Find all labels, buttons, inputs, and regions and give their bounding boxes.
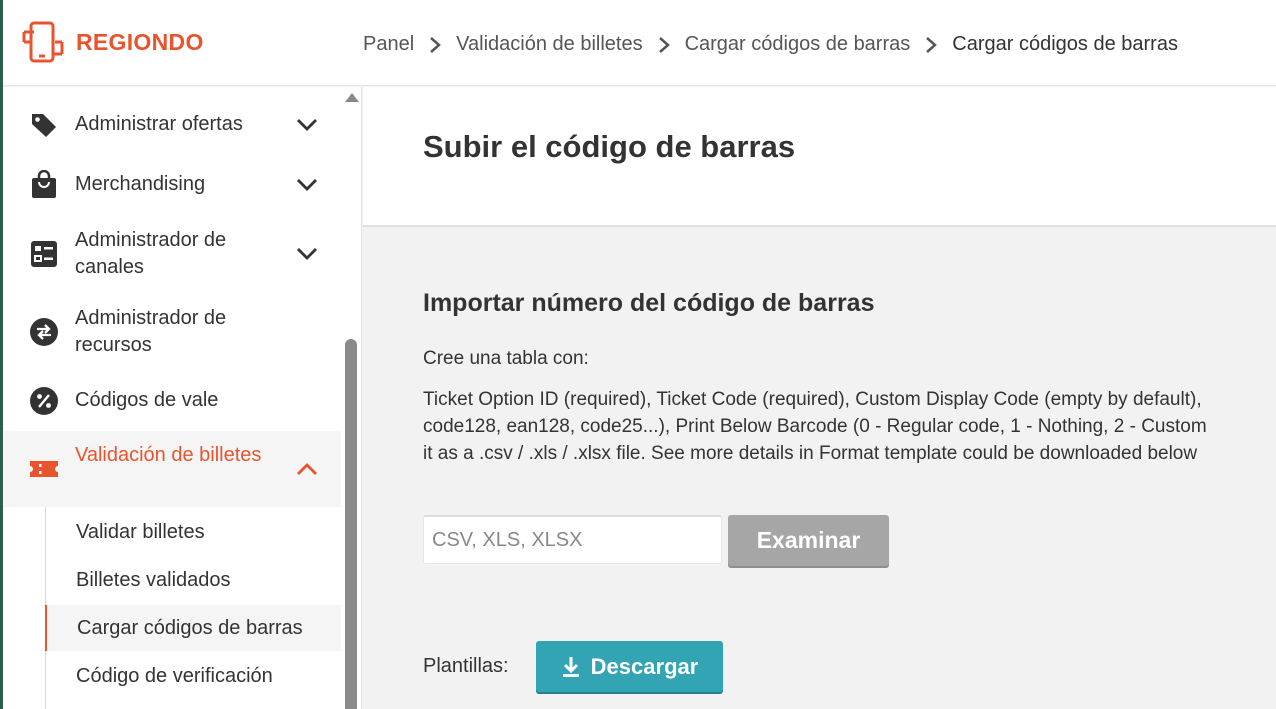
breadcrumb-current: Cargar códigos de barras xyxy=(952,33,1178,55)
brand-logo[interactable]: REGIONDO xyxy=(20,18,204,66)
submenu-item-upload-barcodes[interactable]: Cargar códigos de barras xyxy=(45,605,341,651)
instructions-line: Ticket Option ID (required), Ticket Code… xyxy=(423,389,1202,410)
submenu-item-verification-code[interactable]: Código de verificación xyxy=(46,653,342,699)
sidebar: Administrar ofertas Merchandising Admini… xyxy=(3,87,362,709)
instructions-text: Ticket Option ID (required), Ticket Code… xyxy=(423,386,1276,467)
swap-arrows-icon xyxy=(29,317,59,347)
shopping-bag-icon xyxy=(29,170,59,200)
ticket-validation-submenu: Validar billetes Billetes validados Carg… xyxy=(45,507,341,709)
sidebar-item-ticket-validation[interactable]: Validación de billetes xyxy=(3,431,341,507)
page-title-panel: Subir el código de barras xyxy=(363,87,1276,227)
chevron-down-icon xyxy=(295,242,319,266)
page-title: Subir el código de barras xyxy=(423,129,796,164)
sidebar-item-voucher-codes[interactable]: Códigos de vale xyxy=(3,373,341,429)
download-template-button[interactable]: Descargar xyxy=(536,641,723,692)
brand-name: REGIONDO xyxy=(76,28,204,55)
channel-list-icon xyxy=(29,239,59,269)
sidebar-item-manage-offers[interactable]: Administrar ofertas xyxy=(3,97,341,153)
sidebar-item-label: Validación de billetes xyxy=(75,444,262,466)
download-button-label: Descargar xyxy=(590,653,699,679)
window-edge-accent xyxy=(0,0,3,709)
chevron-right-icon xyxy=(924,35,938,55)
top-header: REGIONDO Panel Validación de billetes Ca… xyxy=(0,0,1276,86)
sidebar-item-label: Administrador de canales xyxy=(75,229,227,278)
breadcrumb-upload-barcodes[interactable]: Cargar códigos de barras xyxy=(685,33,911,56)
chevron-up-icon xyxy=(295,457,319,481)
tag-icon xyxy=(29,110,59,140)
sidebar-item-label: Códigos de vale xyxy=(75,389,219,411)
chevron-down-icon xyxy=(295,113,319,137)
submenu-item-validated-tickets[interactable]: Billetes validados xyxy=(46,557,342,603)
submenu-item-label: Código de verificación xyxy=(76,664,273,687)
instructions-line: it as a .csv / .xls / .xlsx file. See mo… xyxy=(423,443,1198,464)
scroll-up-arrow-icon[interactable] xyxy=(345,93,359,102)
percent-icon xyxy=(29,386,59,416)
scrollbar-thumb[interactable] xyxy=(345,339,357,709)
sidebar-item-label: Administrar ofertas xyxy=(75,113,243,135)
instructions-line: code128, ean128, code25...), Print Below… xyxy=(423,416,1207,437)
chevron-right-icon xyxy=(657,35,671,55)
chevron-right-icon xyxy=(428,35,442,55)
instructions-intro: Cree una tabla con: xyxy=(423,348,589,369)
sidebar-scrollbar[interactable] xyxy=(343,87,359,709)
sidebar-item-label: Administrador de recursos xyxy=(75,307,227,356)
sidebar-item-channel-manager[interactable]: Administrador de canales xyxy=(3,217,341,291)
sidebar-item-resource-manager[interactable]: Administrador de recursos xyxy=(3,295,341,369)
browse-button[interactable]: Examinar xyxy=(728,515,889,566)
section-title: Importar número del código de barras xyxy=(423,289,875,317)
submenu-item-label: Cargar códigos de barras xyxy=(77,616,303,639)
templates-label: Plantillas: xyxy=(423,655,509,677)
breadcrumb: Panel Validación de billetes Cargar códi… xyxy=(363,33,1178,56)
download-icon xyxy=(561,655,581,679)
submenu-item-label: Validar billetes xyxy=(76,520,205,543)
chevron-down-icon xyxy=(295,173,319,197)
upload-section: Importar número del código de barras Cre… xyxy=(363,229,1276,709)
file-path-input[interactable] xyxy=(423,515,722,564)
sidebar-item-merchandising[interactable]: Merchandising xyxy=(3,157,341,213)
sidebar-item-label: Merchandising xyxy=(75,173,206,195)
breadcrumb-panel[interactable]: Panel xyxy=(363,33,414,56)
breadcrumb-ticket-validation[interactable]: Validación de billetes xyxy=(456,33,642,56)
submenu-item-validate-tickets[interactable]: Validar billetes xyxy=(46,509,342,555)
regiondo-logo-icon xyxy=(22,21,64,63)
ticket-icon xyxy=(29,454,59,484)
submenu-item-label: Billetes validados xyxy=(76,568,231,591)
